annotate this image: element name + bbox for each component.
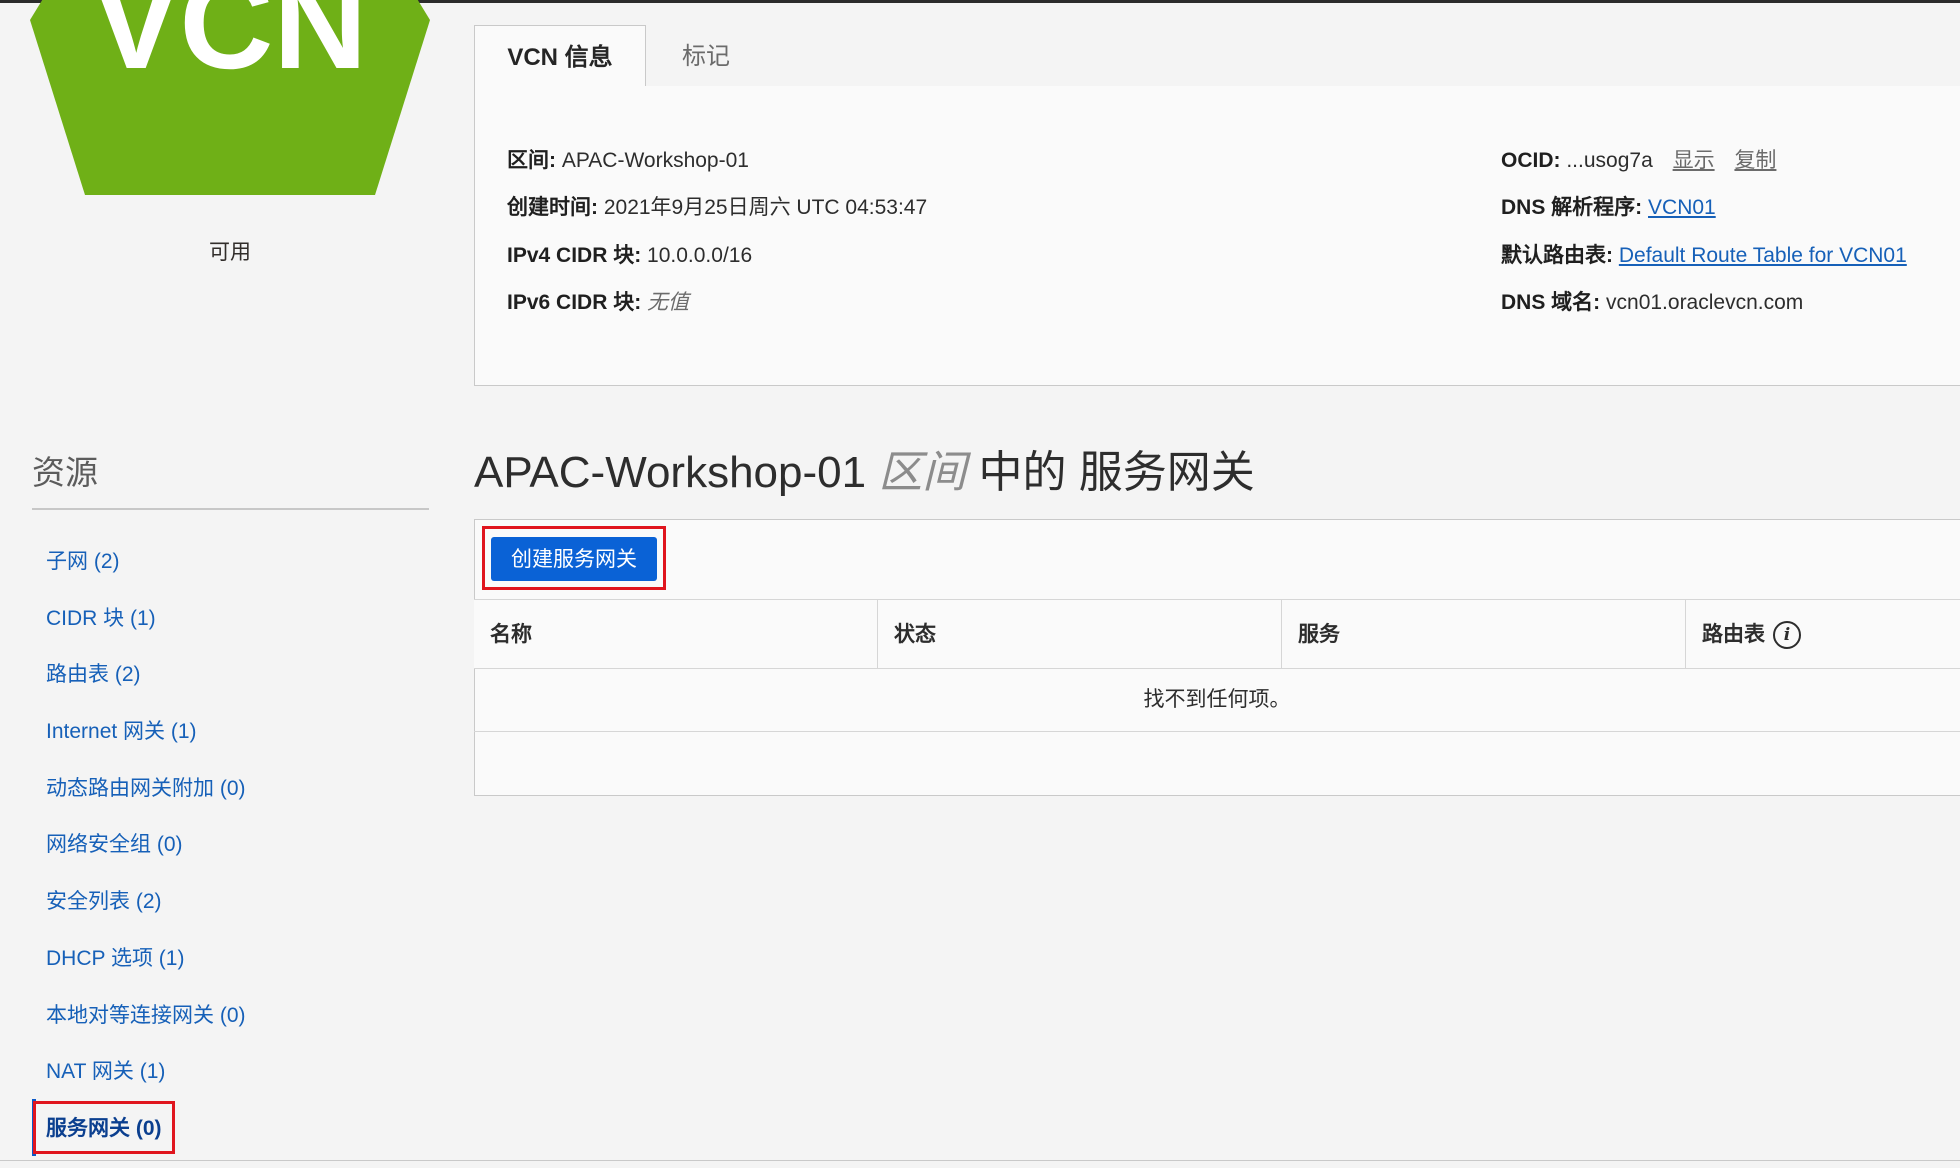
compartment-value: APAC-Workshop-01 bbox=[561, 149, 749, 172]
ipv4-row: IPv4 CIDR 块: 10.0.0.0/16 bbox=[507, 239, 752, 269]
resource-link-nat-gateways[interactable]: NAT 网关 (1) bbox=[32, 1042, 432, 1099]
ipv4-value: 10.0.0.0/16 bbox=[647, 244, 753, 267]
resources-nav: 子网 (2) CIDR 块 (1) 路由表 (2) Internet 网关 (1… bbox=[32, 532, 432, 1156]
resources-title: 资源 bbox=[32, 454, 98, 491]
column-header-name[interactable]: 名称 bbox=[474, 600, 878, 668]
dns-domain-key: DNS 域名: bbox=[1501, 291, 1601, 314]
heading-compartment: APAC-Workshop-01 bbox=[474, 448, 867, 497]
resource-link-network-security-groups[interactable]: 网络安全组 (0) bbox=[32, 815, 432, 872]
ocid-copy-link[interactable]: 复制 bbox=[1734, 149, 1776, 172]
create-service-gateway-button[interactable]: 创建服务网关 bbox=[491, 537, 657, 581]
dns-resolver-key: DNS 解析程序: bbox=[1501, 196, 1643, 219]
column-header-service[interactable]: 服务 bbox=[1282, 600, 1686, 668]
ipv6-value: 无值 bbox=[647, 291, 690, 314]
column-header-route-table[interactable]: 路由表 i bbox=[1686, 600, 1960, 668]
resource-link-route-tables[interactable]: 路由表 (2) bbox=[32, 645, 432, 702]
svg-text:VCN: VCN bbox=[93, 0, 367, 96]
dns-resolver-link[interactable]: VCN01 bbox=[1648, 196, 1716, 219]
compartment-key: 区间: bbox=[507, 149, 556, 172]
dns-resolver-row: DNS 解析程序: VCN01 bbox=[1501, 191, 1716, 221]
column-header-state[interactable]: 状态 bbox=[878, 600, 1282, 668]
resource-link-subnets[interactable]: 子网 (2) bbox=[32, 532, 432, 589]
resource-link-service-gateways[interactable]: 服务网关 (0) bbox=[32, 1098, 432, 1156]
created-value: 2021年9月25日周六 UTC 04:53:47 bbox=[603, 196, 928, 219]
column-header-route-table-label: 路由表 bbox=[1702, 623, 1765, 646]
ocid-row: OCID: ...usog7a 显示 复制 bbox=[1501, 144, 1776, 174]
route-table-row: 默认路由表: Default Route Table for VCN01 bbox=[1501, 239, 1907, 269]
route-table-key: 默认路由表: bbox=[1501, 244, 1613, 267]
table-empty-row: 找不到任何项。 bbox=[474, 668, 1960, 732]
dns-domain-row: DNS 域名: vcn01.oraclevcn.com bbox=[1501, 286, 1803, 316]
vcn-hexagon-icon: VCN bbox=[30, 0, 430, 195]
compartment-row: 区间: APAC-Workshop-01 bbox=[507, 144, 749, 174]
bottom-divider bbox=[0, 1160, 1960, 1161]
table-header: 名称 状态 服务 路由表 i bbox=[474, 599, 1960, 669]
heading-compartment-word: 区间 bbox=[878, 448, 967, 497]
dns-domain-value: vcn01.oraclevcn.com bbox=[1606, 291, 1804, 314]
resource-link-dhcp-options[interactable]: DHCP 选项 (1) bbox=[32, 929, 432, 986]
info-tabs: VCN 信息 标记 bbox=[474, 25, 1960, 87]
created-key: 创建时间: bbox=[507, 196, 598, 219]
ipv4-key: IPv4 CIDR 块: bbox=[507, 244, 642, 267]
resource-link-cidr-blocks[interactable]: CIDR 块 (1) bbox=[32, 589, 432, 646]
resource-link-internet-gateways[interactable]: Internet 网关 (1) bbox=[32, 702, 432, 759]
vcn-info-card: 区间: APAC-Workshop-01 创建时间: 2021年9月25日周六 … bbox=[474, 86, 1960, 386]
tab-tags[interactable]: 标记 bbox=[646, 25, 766, 86]
resource-link-drg-attachments[interactable]: 动态路由网关附加 (0) bbox=[32, 759, 432, 816]
ipv6-row: IPv6 CIDR 块: 无值 bbox=[507, 286, 689, 316]
ocid-key: OCID: bbox=[1501, 149, 1561, 172]
route-table-link[interactable]: Default Route Table for VCN01 bbox=[1619, 244, 1907, 267]
empty-message: 找不到任何项。 bbox=[1143, 688, 1291, 711]
vcn-status-label: 可用 bbox=[209, 241, 251, 264]
info-icon[interactable]: i bbox=[1773, 621, 1801, 650]
heading-suffix: 中的 服务网关 bbox=[978, 448, 1255, 497]
page-title: APAC-Workshop-01 区间 中的 服务网关 bbox=[474, 436, 1255, 500]
created-row: 创建时间: 2021年9月25日周六 UTC 04:53:47 bbox=[507, 191, 927, 221]
ipv6-key: IPv6 CIDR 块: bbox=[507, 291, 642, 314]
resource-link-security-lists[interactable]: 安全列表 (2) bbox=[32, 872, 432, 929]
resources-divider bbox=[32, 508, 429, 510]
resource-link-local-peering-gateways[interactable]: 本地对等连接网关 (0) bbox=[32, 986, 432, 1043]
ocid-show-link[interactable]: 显示 bbox=[1673, 149, 1715, 172]
ocid-value: ...usog7a bbox=[1566, 149, 1653, 172]
tab-vcn-info[interactable]: VCN 信息 bbox=[474, 25, 646, 87]
